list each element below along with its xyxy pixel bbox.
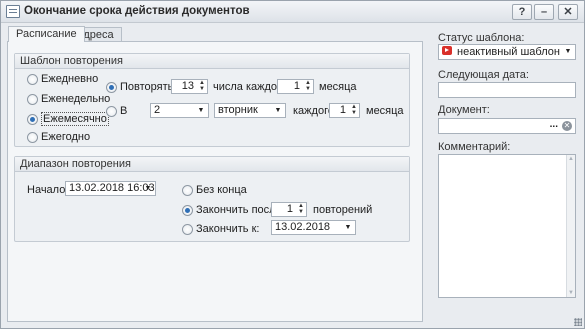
- document-label: Документ:: [438, 104, 490, 116]
- radio-weekly[interactable]: Еженедельно: [27, 93, 110, 105]
- radio-end-by-circle: [182, 223, 193, 235]
- chevron-down-icon[interactable]: ▼: [196, 104, 206, 117]
- help-button[interactable]: ?: [512, 4, 532, 20]
- radio-daily-label: Ежедневно: [41, 73, 99, 85]
- document-icon: [6, 5, 20, 18]
- occurrences-spinner[interactable]: 1 ▲ ▼: [271, 202, 307, 217]
- radio-repeat-day-circle: [106, 81, 117, 93]
- close-button[interactable]: ✕: [558, 4, 578, 20]
- status-label: Статус шаблона:: [438, 32, 525, 44]
- radio-no-end[interactable]: Без конца: [182, 184, 247, 196]
- start-label: Начало:: [27, 184, 69, 196]
- day-of-every-label: числа каждого: [213, 81, 287, 93]
- next-date-label: Следующая дата:: [438, 69, 529, 81]
- inactive-status-icon: [442, 46, 452, 55]
- weekday-dropdown[interactable]: вторник ▼: [214, 103, 286, 118]
- radio-weekday-of-month-circle: [106, 105, 117, 117]
- status-dropdown[interactable]: неактивный шаблон ▼: [438, 44, 576, 60]
- end-date-value: 13.02.2018: [275, 221, 331, 233]
- spinner-arrows-icon[interactable]: ▲ ▼: [350, 104, 358, 117]
- radio-daily-circle: [27, 73, 38, 85]
- chevron-down-icon[interactable]: ▼: [273, 104, 283, 117]
- scroll-down-icon[interactable]: ▼: [567, 289, 575, 297]
- browse-button[interactable]: ...: [550, 119, 558, 130]
- ordinal-value: 2: [154, 104, 161, 116]
- every-label: каждого: [293, 105, 334, 117]
- clear-icon[interactable]: ✕: [562, 121, 572, 131]
- recurrence-range-heading: Диапазон повторения: [15, 157, 409, 172]
- no-end-label: Без конца: [196, 184, 247, 196]
- in-label: В: [120, 105, 128, 117]
- radio-no-end-circle: [182, 184, 193, 196]
- radio-monthly-label: Ежемесячно: [41, 112, 109, 126]
- radio-monthly[interactable]: Ежемесячно: [27, 112, 109, 126]
- start-date-value: 13.02.2018 16:03: [69, 182, 155, 194]
- radio-daily[interactable]: Ежедневно: [27, 73, 98, 85]
- radio-monthly-circle: [27, 113, 38, 125]
- spinner-arrows-icon[interactable]: ▲ ▼: [304, 80, 312, 93]
- document-field[interactable]: ... ✕: [438, 118, 576, 134]
- title-bar: Окончание срока действия документов ? – …: [1, 1, 584, 23]
- scroll-up-icon[interactable]: ▲: [567, 155, 575, 163]
- ordinal-dropdown[interactable]: 2 ▼: [150, 103, 209, 118]
- month-label: месяца: [319, 81, 357, 93]
- repeat-label: Повторять: [120, 81, 174, 93]
- radio-end-after[interactable]: Закончить после:: [182, 204, 285, 216]
- radio-yearly-circle: [27, 131, 38, 143]
- radio-yearly[interactable]: Ежегодно: [27, 131, 90, 143]
- occurrences-label: повторений: [313, 204, 373, 216]
- month-interval-value: 1: [293, 80, 300, 92]
- chevron-down-icon[interactable]: ▼: [143, 182, 153, 195]
- day-of-month-value: 13: [181, 80, 194, 92]
- weekday-value: вторник: [218, 104, 258, 116]
- window: Окончание срока действия документов ? – …: [0, 0, 585, 329]
- radio-end-after-circle: [182, 204, 193, 216]
- next-date-field: [438, 82, 576, 98]
- radio-repeat-day[interactable]: Повторять: [106, 81, 173, 93]
- radio-weekly-label: Еженедельно: [41, 93, 111, 105]
- comment-label: Комментарий:: [438, 141, 511, 153]
- month-label-2: месяца: [366, 105, 404, 117]
- minimize-button[interactable]: –: [534, 4, 554, 20]
- spinner-arrows-icon[interactable]: ▲ ▼: [297, 203, 305, 216]
- recurrence-pattern-heading: Шаблон повторения: [15, 54, 409, 69]
- chevron-down-icon[interactable]: ▼: [563, 45, 573, 58]
- radio-yearly-label: Ежегодно: [41, 131, 91, 143]
- spinner-arrows-icon[interactable]: ▲ ▼: [198, 80, 206, 93]
- month-interval-spinner-2[interactable]: 1 ▲ ▼: [329, 103, 360, 118]
- month-interval-value-2: 1: [339, 104, 346, 116]
- end-by-label: Закончить к:: [196, 223, 260, 235]
- radio-weekday-of-month[interactable]: В: [106, 105, 127, 117]
- chevron-down-icon[interactable]: ▼: [343, 221, 353, 234]
- comment-scrollbar[interactable]: ▲ ▼: [566, 155, 575, 297]
- occurrences-value: 1: [286, 203, 293, 215]
- status-value: неактивный шаблон: [457, 46, 560, 58]
- day-of-month-spinner[interactable]: 13 ▲ ▼: [171, 79, 208, 94]
- tab-schedule[interactable]: Расписание: [8, 26, 85, 42]
- resize-grip-icon[interactable]: [574, 318, 582, 326]
- month-interval-spinner[interactable]: 1 ▲ ▼: [277, 79, 314, 94]
- window-title: Окончание срока действия документов: [24, 5, 250, 17]
- start-date-picker[interactable]: 13.02.2018 16:03 ▼: [65, 181, 156, 196]
- radio-weekly-circle: [27, 93, 38, 105]
- radio-end-by[interactable]: Закончить к:: [182, 223, 259, 235]
- end-date-picker[interactable]: 13.02.2018 ▼: [271, 220, 356, 235]
- comment-textarea[interactable]: ▲ ▼: [438, 154, 576, 298]
